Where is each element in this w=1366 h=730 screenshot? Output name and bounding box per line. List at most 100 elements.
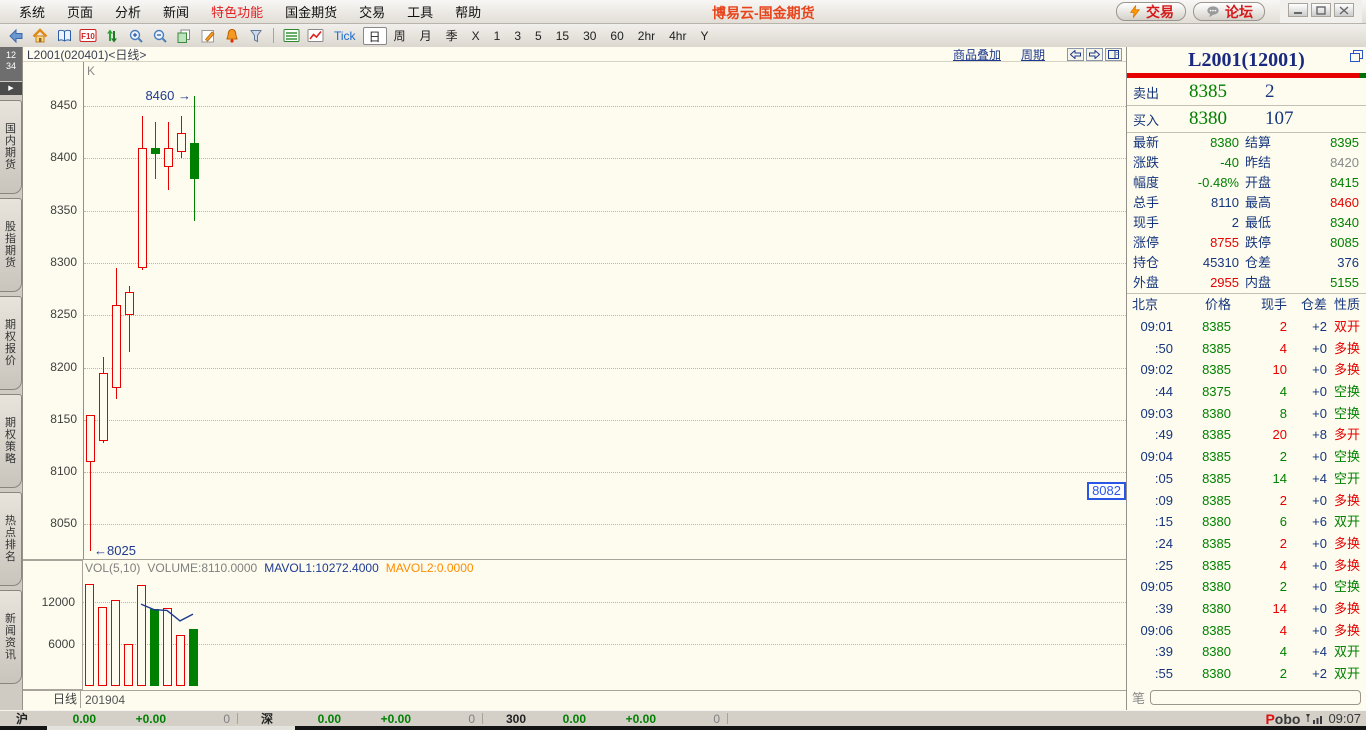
volume-plot[interactable] (83, 560, 1126, 686)
alert-button[interactable] (220, 26, 244, 46)
menu-item-8[interactable]: 帮助 (444, 2, 492, 21)
home-button[interactable] (28, 26, 52, 46)
copy-button[interactable] (172, 26, 196, 46)
bid-row[interactable]: 买入 8380 107 (1127, 106, 1366, 133)
period-周[interactable]: 周 (387, 27, 413, 45)
period-5[interactable]: 5 (528, 27, 549, 45)
restore-button[interactable] (1311, 3, 1331, 17)
speech-bubble-icon (1205, 4, 1221, 19)
index-name: 300 (490, 712, 524, 726)
period-X[interactable]: X (465, 27, 487, 45)
forum-button[interactable]: 论坛 (1193, 2, 1265, 21)
sidebar-expand-arrow[interactable]: ▶ (0, 82, 22, 95)
titlebar-buttons: 交易 论坛 (1116, 0, 1366, 23)
sidebar-tab-0[interactable]: 国内期货 (0, 100, 22, 194)
close-icon (1339, 6, 1349, 15)
period-Y[interactable]: Y (693, 27, 715, 45)
quote-field-label: 涨跌 (1127, 153, 1177, 173)
menu-item-6[interactable]: 交易 (348, 2, 396, 21)
chart-view-button[interactable] (303, 26, 327, 46)
sidebar-tab-1[interactable]: 股指期货 (0, 198, 22, 292)
layout-grid-tab[interactable]: 12 34 (0, 47, 22, 81)
period-60[interactable]: 60 (603, 27, 630, 45)
ask-row[interactable]: 卖出 8385 2 (1127, 79, 1366, 106)
candle-body (86, 415, 95, 462)
index-volume: 0 (656, 712, 720, 726)
quote-field-label: 仓差 (1239, 253, 1297, 273)
period-季[interactable]: 季 (439, 27, 465, 45)
tape-tab[interactable] (1150, 690, 1361, 705)
period-30[interactable]: 30 (576, 27, 603, 45)
price-gridline (84, 263, 1126, 264)
sidebar-tab-4[interactable]: 热点排名 (0, 492, 22, 586)
filter-button[interactable] (244, 26, 268, 46)
high-annotation: 8460 → (145, 88, 191, 103)
restore-icon (1316, 6, 1326, 15)
panel-restore-icon (1350, 50, 1363, 62)
tape-header-cell: 北京 (1127, 294, 1173, 316)
tape-tab-label: 笔 (1132, 688, 1145, 707)
period-2hr[interactable]: 2hr (631, 27, 662, 45)
f10-button[interactable]: F10 (76, 26, 100, 46)
tape-row: :5083854+0多换 (1127, 338, 1366, 360)
zoom-in-button[interactable] (124, 26, 148, 46)
quote-table-button[interactable] (279, 26, 303, 46)
period-link[interactable]: 周期 (1021, 46, 1045, 63)
minimize-button[interactable] (1288, 3, 1308, 17)
taskbar-highlight (47, 726, 295, 730)
period-日[interactable]: 日 (363, 27, 387, 45)
overlay-link[interactable]: 商品叠加 (953, 46, 1001, 63)
tape-header: 北京价格现手仓差性质 (1127, 294, 1366, 316)
k-plot[interactable]: 8460 →←80258082 (83, 62, 1126, 559)
period-4hr[interactable]: 4hr (662, 27, 693, 45)
menu-item-3[interactable]: 新闻 (152, 2, 200, 21)
quote-field-label: 持仓 (1127, 253, 1177, 273)
price-gridline (84, 106, 1126, 107)
period-label: 日线 (23, 691, 81, 708)
sidebar-tabs: 国内期货股指期货期权报价期权策略热点排名新闻资讯 (0, 95, 22, 710)
k-pane: 8460 →←80258082 K 8450840083508300825082… (23, 62, 1126, 560)
panel-restore-button[interactable] (1350, 50, 1363, 65)
tape-row: :2483852+0多换 (1127, 533, 1366, 555)
chart-title: L2001(020401)<日线> (27, 46, 146, 63)
next-button[interactable] (1086, 48, 1103, 61)
quote-field-label: 涨停 (1127, 233, 1177, 253)
prev-button[interactable] (1067, 48, 1084, 61)
home-icon (32, 28, 48, 44)
line-chart-icon (307, 28, 324, 43)
trade-button[interactable]: 交易 (1116, 2, 1186, 21)
main-area: 12 34 ▶ 国内期货股指期货期权报价期权策略热点排名新闻资讯 L2001(0… (0, 47, 1366, 710)
price-gridline (84, 420, 1126, 421)
menu-item-2[interactable]: 分析 (104, 2, 152, 21)
zoom-out-icon (152, 28, 168, 44)
status-right: Pobo 09:07 (1265, 711, 1366, 727)
price-gridline (84, 158, 1126, 159)
brand-label-p: P (1265, 711, 1274, 727)
split-view-button[interactable] (1105, 48, 1122, 61)
toolbar: F10 Tick日周月季X1351530602hr4hrY (0, 24, 1366, 47)
menu-item-7[interactable]: 工具 (396, 2, 444, 21)
menu-item-5[interactable]: 国金期货 (274, 2, 348, 21)
edit-button[interactable] (196, 26, 220, 46)
period-15[interactable]: 15 (549, 27, 576, 45)
period-3[interactable]: 3 (507, 27, 528, 45)
refresh-button[interactable] (100, 26, 124, 46)
back-button[interactable] (4, 26, 28, 46)
menu-item-0[interactable]: 系统 (8, 2, 56, 21)
price-axis-label: 8400 (23, 150, 77, 164)
tape-header-cell: 仓差 (1287, 294, 1327, 316)
period-1[interactable]: 1 (487, 27, 508, 45)
sidebar-tab-3[interactable]: 期权策略 (0, 394, 22, 488)
book-button[interactable] (52, 26, 76, 46)
tape-row: 09:0583802+0空换 (1127, 576, 1366, 598)
close-button[interactable] (1334, 3, 1354, 17)
menu-item-1[interactable]: 页面 (56, 2, 104, 21)
zoom-out-button[interactable] (148, 26, 172, 46)
sidebar-tab-5[interactable]: 新闻资讯 (0, 590, 22, 684)
quote-field-label: 外盘 (1127, 273, 1177, 293)
sidebar-tab-2[interactable]: 期权报价 (0, 296, 22, 390)
period-Tick[interactable]: Tick (327, 27, 363, 45)
price-gridline (84, 368, 1126, 369)
period-月[interactable]: 月 (413, 27, 439, 45)
menu-item-4[interactable]: 特色功能 (200, 2, 274, 21)
